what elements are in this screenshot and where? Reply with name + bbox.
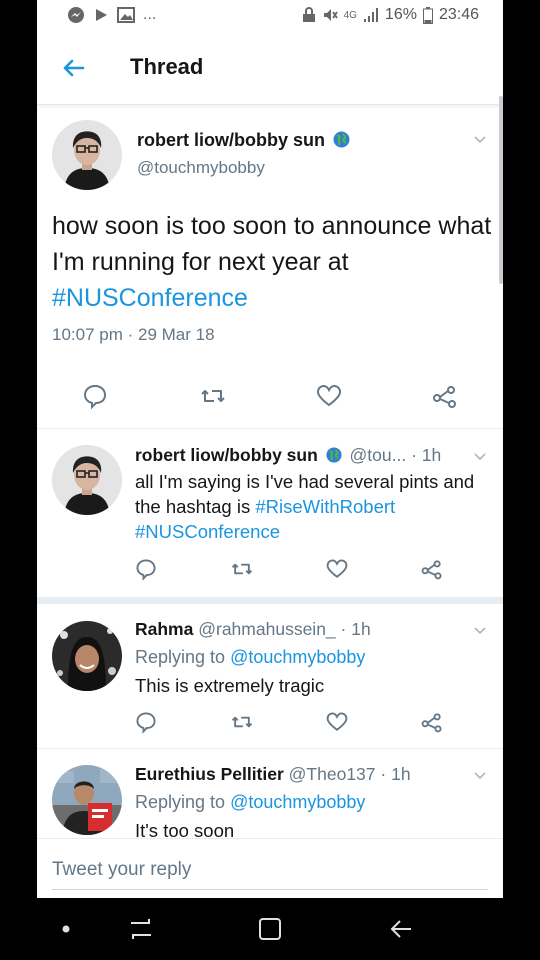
reply-composer: Tweet your reply [37,838,503,899]
reply-header[interactable]: robert liow/bobby sun @tou... · 1h [135,445,441,466]
messenger-icon [68,7,84,23]
globe-icon [326,447,342,463]
reply-actions [37,557,503,587]
reply-input[interactable]: Tweet your reply [52,859,191,881]
divider [37,748,503,749]
share-icon[interactable] [431,382,459,410]
reply-header[interactable]: Eurethius Pellitier @Theo137 · 1h [135,764,411,785]
reply-actions [37,710,503,740]
battery-icon [422,6,433,24]
network-type: 4G [343,9,357,21]
home-button-icon[interactable] [257,916,283,942]
author-name[interactable]: robert liow/bobby sun [137,130,350,151]
more-notifications: ... [143,6,157,23]
chevron-down-icon[interactable] [472,132,488,148]
hashtag-link[interactable]: #NUSConference [52,284,248,312]
main-tweet-actions [37,382,503,412]
author-handle[interactable]: @touchmybobby [137,158,265,178]
avatar[interactable] [52,445,122,515]
retweet-icon[interactable] [199,382,227,410]
like-icon[interactable] [315,382,343,410]
hashtag-link[interactable]: #NUSConference [135,521,280,542]
recent-apps-icon[interactable] [127,915,155,943]
mention-link[interactable]: @touchmybobby [230,792,365,812]
dot-indicator-icon [62,925,70,933]
chevron-down-icon[interactable] [472,449,488,465]
comment-icon[interactable] [134,710,158,734]
reply-text: all I'm saying is I've had several pints… [135,471,475,542]
page-title: Thread [130,54,204,79]
app-bar: Thread [37,32,503,105]
chevron-down-icon[interactable] [472,623,488,639]
hashtag-link[interactable]: #RiseWithRobert [255,496,395,517]
share-icon[interactable] [420,710,444,734]
comment-icon[interactable] [81,382,109,410]
share-icon[interactable] [420,557,444,581]
replying-to: Replying to @touchmybobby [135,792,366,812]
globe-icon [333,131,350,148]
reply-header[interactable]: Rahma @rahmahussein_ · 1h [135,619,371,640]
retweet-icon[interactable] [230,710,254,734]
gallery-icon [117,7,135,23]
comment-icon[interactable] [134,557,158,581]
signal-icon [363,8,378,22]
reply-input-underline [52,889,488,890]
back-button-icon[interactable] [387,915,415,943]
play-icon [96,9,107,21]
replying-to: Replying to @touchmybobby [135,647,366,667]
avatar[interactable] [52,765,122,835]
tweet-timestamp: 10:07 pm · 29 Mar 18 [52,325,215,344]
main-tweet-text: how soon is too soon to announce what I'… [52,212,492,312]
thread-divider [37,597,503,604]
divider [37,428,503,429]
status-bar: ... 4G 16% 23:46 [37,0,503,32]
system-nav-bar [0,898,540,960]
like-icon[interactable] [325,710,349,734]
retweet-icon[interactable] [230,557,254,581]
clock: 23:46 [438,6,479,23]
battery-percent: 16% [384,6,417,23]
reply-text: This is extremely tragic [135,675,325,696]
like-icon[interactable] [325,557,349,581]
scrollbar[interactable] [499,96,503,284]
avatar[interactable] [52,120,122,190]
mute-icon [323,9,338,21]
back-arrow-icon[interactable] [57,52,89,84]
mention-link[interactable]: @touchmybobby [230,647,365,667]
lock-icon [302,7,315,22]
phone-screen: ... 4G 16% 23:46 Thread robert liow/bobb… [37,0,503,960]
chevron-down-icon[interactable] [472,768,488,784]
avatar[interactable] [52,621,122,691]
